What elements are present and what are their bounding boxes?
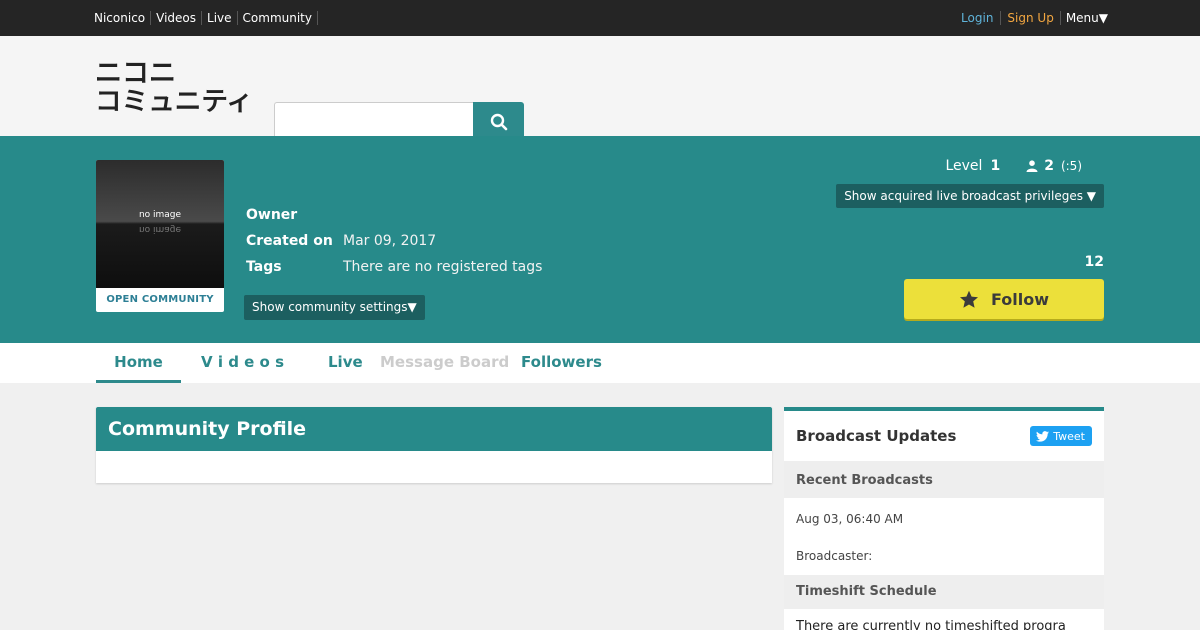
community-profile-panel: Community Profile xyxy=(96,407,772,483)
follow-button[interactable]: Follow xyxy=(904,279,1104,319)
tab-home[interactable]: Home xyxy=(96,343,181,383)
community-thumbnail: no image no image OPEN COMMUNITY xyxy=(96,160,224,312)
no-image-reflection: no image xyxy=(138,224,182,234)
open-community-label: OPEN COMMUNITY xyxy=(106,294,214,305)
thumbnail-image: no image no image xyxy=(96,160,224,288)
no-image-text: no image xyxy=(138,210,182,220)
tags-label: Tags xyxy=(246,259,282,275)
logo-wordmark: ニコニ コミュニティ xyxy=(95,58,253,117)
community-info: Owner Created on Mar 09, 2017 Tags There… xyxy=(246,202,542,280)
tags-row: Tags There are no registered tags xyxy=(246,254,542,280)
community-logo[interactable]: ニコニ コミュニティ xyxy=(95,58,255,117)
tweet-button[interactable]: Tweet xyxy=(1030,426,1092,446)
member-icon xyxy=(1026,160,1038,172)
site-header: ニコニ コミュニティ xyxy=(0,36,1200,142)
level-value: 1 xyxy=(990,158,1001,174)
community-profile-title: Community Profile xyxy=(96,407,772,451)
svg-text:ニコニ: ニコニ xyxy=(95,58,176,89)
recent-broadcast-date[interactable]: Aug 03, 06:40 AM xyxy=(784,498,1104,541)
twitter-bird-icon xyxy=(1036,430,1050,442)
community-tabs: Home V i d e o s Live Message Board Foll… xyxy=(0,343,1200,383)
owner-row: Owner xyxy=(246,202,542,228)
owner-label: Owner xyxy=(246,207,298,223)
tweet-label: Tweet xyxy=(1053,429,1085,443)
signup-link[interactable]: Sign Up xyxy=(1001,11,1061,25)
member-count: 2 xyxy=(1044,158,1054,174)
timeshift-empty-text: There are currently no timeshifted progr… xyxy=(796,619,1066,630)
follower-count: 12 xyxy=(1084,254,1104,270)
community-settings-button[interactable]: Show community settings▼ xyxy=(244,295,425,320)
svg-text:コミュニティ: コミュニティ xyxy=(95,87,253,114)
tab-live[interactable]: Live xyxy=(328,343,363,383)
top-nav-niconico[interactable]: Niconico xyxy=(94,11,152,25)
level-label: Level xyxy=(945,158,983,174)
broadcast-updates-panel: Broadcast Updates Tweet Recent Broadcast… xyxy=(784,407,1104,630)
recent-broadcasts-heading: Recent Broadcasts xyxy=(784,464,1104,498)
menu-button[interactable]: Menu▼ xyxy=(1061,11,1108,25)
broadcaster-label: Broadcaster: xyxy=(796,549,873,563)
top-nav: Niconico Videos Live Community xyxy=(94,0,318,36)
created-value: Mar 09, 2017 xyxy=(343,233,437,249)
privileges-button[interactable]: Show acquired live broadcast privileges … xyxy=(836,184,1104,208)
tab-followers[interactable]: Followers xyxy=(521,343,602,383)
member-max: (:5) xyxy=(1060,159,1082,173)
tab-message-board: Message Board xyxy=(380,353,510,371)
star-icon xyxy=(959,290,978,308)
created-label: Created on xyxy=(246,233,333,249)
tags-value: There are no registered tags xyxy=(343,259,543,275)
top-nav-live[interactable]: Live xyxy=(202,11,238,25)
broadcast-updates-title: Broadcast Updates xyxy=(796,427,957,445)
top-bar: Niconico Videos Live Community Login Sig… xyxy=(0,0,1200,36)
tab-videos[interactable]: V i d e o s xyxy=(201,343,284,383)
level-info: Level 1 2 (:5) xyxy=(945,158,1082,174)
member-info: 2 (:5) xyxy=(1026,158,1082,174)
follow-label: Follow xyxy=(990,289,1049,309)
community-banner: no image no image OPEN COMMUNITY Owner C… xyxy=(0,136,1200,343)
created-row: Created on Mar 09, 2017 xyxy=(246,228,542,254)
top-nav-videos[interactable]: Videos xyxy=(151,11,203,25)
account-links: Login Sign Up Menu▼ xyxy=(961,0,1108,36)
login-link[interactable]: Login xyxy=(961,11,1002,25)
search-icon xyxy=(490,113,507,131)
top-nav-community[interactable]: Community xyxy=(238,11,318,25)
broadcast-updates-header: Broadcast Updates Tweet xyxy=(784,411,1104,464)
timeshift-schedule-heading: Timeshift Schedule xyxy=(784,575,1104,609)
